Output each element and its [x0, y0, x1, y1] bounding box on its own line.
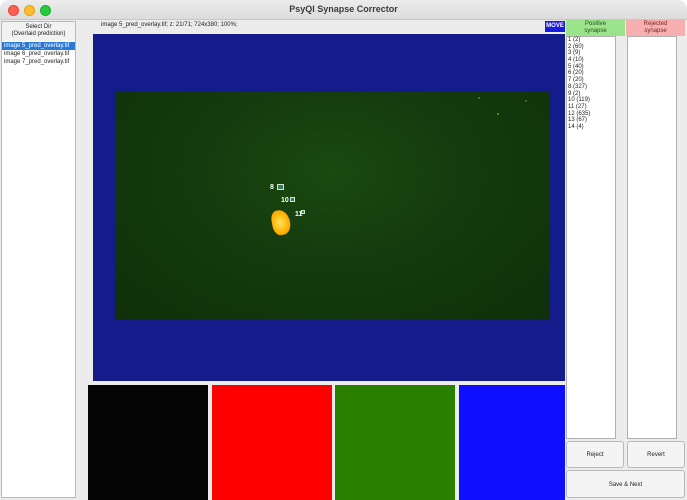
list-item[interactable]: 8 (327)	[567, 84, 615, 91]
rejected-synapse-list[interactable]	[627, 36, 677, 439]
image-info-text: image 5_pred_overlay.tif; z: 21/71; 724x…	[101, 22, 238, 28]
file-panel: Select Dir (Overlaid prediction) image 5…	[1, 21, 76, 498]
revert-button[interactable]: Revert	[627, 441, 685, 468]
signal-speck	[478, 97, 480, 99]
list-item[interactable]: 6 (20)	[567, 70, 615, 77]
synapse-marker-10[interactable]	[290, 197, 295, 202]
red-channel-swatch[interactable]	[212, 385, 332, 500]
file-list: image 5_pred_overlay.tif image 6_pred_ov…	[2, 42, 75, 66]
synapse-label-10: 10	[281, 197, 289, 204]
list-item[interactable]: 12 (635)	[567, 111, 615, 118]
signal-speck	[497, 113, 499, 115]
list-item[interactable]: 5 (40)	[567, 64, 615, 71]
app-window: Select Dir (Overlaid prediction) image 5…	[0, 20, 687, 500]
green-channel-swatch[interactable]	[335, 385, 455, 500]
list-item[interactable]: 2 (60)	[567, 44, 615, 51]
list-item[interactable]: 4 (10)	[567, 57, 615, 64]
black-channel-swatch[interactable]	[88, 385, 208, 500]
list-item[interactable]: 13 (67)	[567, 117, 615, 124]
file-item-image-7[interactable]: image 7_pred_overlay.tif	[2, 58, 75, 66]
microscopy-image[interactable]	[115, 92, 549, 320]
list-item[interactable]: 1 (2)	[567, 37, 615, 44]
list-item[interactable]: 14 (4)	[567, 124, 615, 131]
file-item-image-6[interactable]: image 6_pred_overlay.tif	[2, 50, 75, 58]
file-item-image-5[interactable]: image 5_pred_overlay.tif	[2, 42, 75, 50]
list-item[interactable]: 7 (20)	[567, 77, 615, 84]
positive-synapse-list[interactable]: 1 (2) 2 (60) 3 (9) 4 (10) 5 (40) 6 (20) …	[566, 36, 616, 439]
signal-speck	[525, 100, 527, 102]
move-button[interactable]: MOVE	[545, 21, 565, 32]
rejected-synapse-header: Rejected synapse	[626, 20, 685, 36]
synapse-marker-8[interactable]	[277, 184, 284, 190]
synapse-label-8: 8	[270, 184, 274, 191]
list-item[interactable]: 3 (9)	[567, 50, 615, 57]
reject-button[interactable]: Reject	[566, 441, 624, 468]
list-item[interactable]: 11 (27)	[567, 104, 615, 111]
synapse-marker-11[interactable]	[301, 210, 305, 214]
list-item[interactable]: 9 (2)	[567, 91, 615, 98]
save-next-button[interactable]: Save & Next	[566, 470, 685, 498]
blue-channel-swatch[interactable]	[459, 385, 565, 500]
list-item[interactable]: 10 (119)	[567, 97, 615, 104]
title-bar: PsyQI Synapse Corrector	[0, 0, 687, 20]
select-dir-button[interactable]: Select Dir (Overlaid prediction)	[2, 22, 75, 41]
positive-synapse-header: Positive synapse	[566, 20, 625, 36]
window-title: PsyQI Synapse Corrector	[289, 4, 398, 14]
